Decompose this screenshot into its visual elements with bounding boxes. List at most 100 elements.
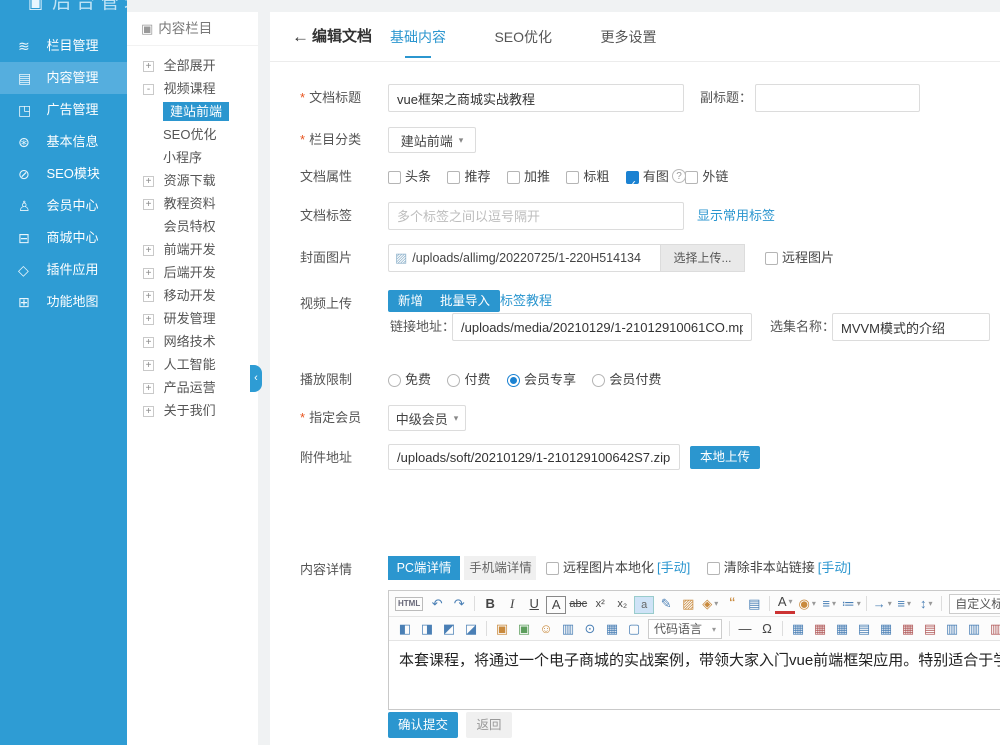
tree-toggle-icon[interactable]: + [143,314,154,325]
line-height-icon[interactable]: ↕ [916,593,936,615]
table-properties-icon[interactable]: ▦ [832,618,852,640]
emoji-icon[interactable]: ☺ [536,618,556,640]
insert-page-icon[interactable]: ▢ [624,618,644,640]
subscript-icon[interactable]: x₂ [612,593,632,615]
attr-recommend[interactable]: 推荐 [447,163,490,191]
tab-seo[interactable]: SEO优化 [486,12,560,62]
detail-tab-pc[interactable]: PC端详情 [388,556,460,580]
image-block-icon[interactable]: ◪ [461,618,481,640]
cell-properties-icon[interactable]: ▤ [854,618,874,640]
attr-has-image[interactable]: 有图 [626,163,669,191]
tree-item-member-perks[interactable]: 会员特权 [127,215,258,238]
ordered-list-icon[interactable]: ≡ [819,593,839,615]
attachment-icon[interactable]: ⊙ [580,618,600,640]
attr-headline[interactable]: 头条 [388,163,431,191]
special-char-icon[interactable]: Ω [757,618,777,640]
help-icon[interactable]: ? [672,169,686,183]
sidebar-item-content-manage[interactable]: ▤ 内容管理 [0,62,127,94]
tree-toggle-icon[interactable]: + [143,291,154,302]
delete-col-icon[interactable]: ▥ [986,618,1000,640]
detail-clear-external-links[interactable]: 清除非本站链接 [手动] [707,556,851,580]
return-button[interactable]: 返回 [466,712,512,738]
paste-icon[interactable]: ▤ [744,593,764,615]
attachment-input[interactable] [388,444,680,470]
unordered-list-icon[interactable]: ≔ [841,593,861,615]
doc-tags-input[interactable] [388,202,684,230]
italic-icon[interactable]: I [502,593,522,615]
tree-item-expand-all[interactable]: + 全部展开 [127,54,258,77]
sidebar-item-member-center[interactable]: ♙ 会员中心 [0,190,127,222]
manual-link[interactable]: [手动] [657,556,690,580]
font-color-icon[interactable]: A [775,593,795,614]
sidebar-item-basic-info[interactable]: ⊛ 基本信息 [0,126,127,158]
tree-item-frontend-dev[interactable]: + 前端开发 [127,238,258,261]
image-align-center-icon[interactable]: ◨ [417,618,437,640]
code-language-select[interactable]: 代码语言 [648,619,722,639]
attr-external-link[interactable]: 外链 [685,163,728,191]
blockquote-icon[interactable]: “ [722,593,742,615]
editor-content[interactable]: 本套课程，将通过一个电子商城的实战案例，带领大家入门vue前端框架应用。特别适合… [389,641,1000,709]
color-brush-icon[interactable]: ◈ [700,593,720,615]
tree-toggle-icon[interactable]: + [143,360,154,371]
upload-image-icon[interactable]: ▣ [514,618,534,640]
tree-toggle-icon[interactable]: + [143,61,154,72]
sidebar-item-seo-module[interactable]: ⊘ SEO模块 [0,158,127,190]
insert-col-right-icon[interactable]: ▥ [964,618,984,640]
tree-toggle-icon[interactable]: + [143,199,154,210]
play-free[interactable]: 免费 [388,366,431,394]
highlight-icon[interactable]: a [634,596,654,614]
submit-button[interactable]: 确认提交 [388,712,458,738]
insert-video-icon[interactable]: ▥ [558,618,578,640]
horizontal-rule-icon[interactable]: — [735,618,755,640]
tree-item-backend-dev[interactable]: + 后端开发 [127,261,258,284]
delete-row-icon[interactable]: ▤ [920,618,940,640]
custom-title-select[interactable]: 自定义标题 [949,594,1000,614]
tree-item-about-us[interactable]: + 关于我们 [127,399,258,422]
detail-localize-images[interactable]: 远程图片本地化 [手动] [546,556,690,580]
tree-toggle-icon[interactable]: + [143,245,154,256]
detail-tab-mobile[interactable]: 手机端详情 [464,556,536,580]
local-upload-button[interactable]: 本地上传 [690,446,760,469]
show-common-tags-link[interactable]: 显示常用标签 [697,202,775,230]
tree-item-network-tech[interactable]: + 网络技术 [127,330,258,353]
choose-upload-button[interactable]: 选择上传... [660,244,745,272]
tree-item-product-ops[interactable]: + 产品运营 [127,376,258,399]
batch-import-button[interactable]: 批量导入 [430,290,500,312]
indent-icon[interactable]: → [872,593,892,615]
tree-item-tutorials[interactable]: + 教程资料 [127,192,258,215]
category-select[interactable]: 建站前端 ▾ [388,127,476,153]
tree-toggle-icon[interactable]: + [143,337,154,348]
sidebar-item-ad-manage[interactable]: ◳ 广告管理 [0,94,127,126]
tree-item-downloads[interactable]: + 资源下载 [127,169,258,192]
video-url-input[interactable] [452,313,752,341]
format-painter-icon[interactable]: ✎ [656,593,676,615]
bold-icon[interactable]: B [480,593,500,615]
collapse-panel-button[interactable]: ‹ [250,365,262,392]
sidebar-item-column-manage[interactable]: ≋ 栏目管理 [0,30,127,62]
play-member-only[interactable]: 会员专享 [507,366,576,394]
tab-more-settings[interactable]: 更多设置 [592,12,664,62]
back-icon[interactable]: ← [292,12,309,62]
tree-item-mini-program[interactable]: 小程序 [127,146,258,169]
attr-bold[interactable]: 标粗 [566,163,609,191]
superscript-icon[interactable]: x² [590,593,610,615]
member-select[interactable]: 中级会员 ▾ [388,405,466,431]
insert-col-left-icon[interactable]: ▥ [942,618,962,640]
sidebar-item-mall-center[interactable]: ⊟ 商城中心 [0,222,127,254]
tree-toggle-icon[interactable]: + [143,383,154,394]
html-source-icon[interactable]: HTML [395,597,423,611]
clear-format-icon[interactable]: ▨ [678,593,698,615]
image-align-left-icon[interactable]: ◧ [395,618,415,640]
insert-row-above-icon[interactable]: ▦ [876,618,896,640]
undo-icon[interactable]: ↶ [427,593,447,615]
cover-image-path[interactable]: ▨ /uploads/allimg/20220725/1-220H514134 [388,244,660,272]
play-member-paid[interactable]: 会员付费 [592,366,661,394]
tree-toggle-icon[interactable]: + [143,176,154,187]
align-icon[interactable]: ≡ [894,593,914,615]
tree-toggle-icon[interactable]: + [143,268,154,279]
tree-item-mobile-dev[interactable]: + 移动开发 [127,284,258,307]
font-border-icon[interactable]: A [546,596,566,614]
tree-item-rd-manage[interactable]: + 研发管理 [127,307,258,330]
underline-icon[interactable]: U [524,593,544,615]
sidebar-item-plugin-apps[interactable]: ◇ 插件应用 [0,254,127,286]
